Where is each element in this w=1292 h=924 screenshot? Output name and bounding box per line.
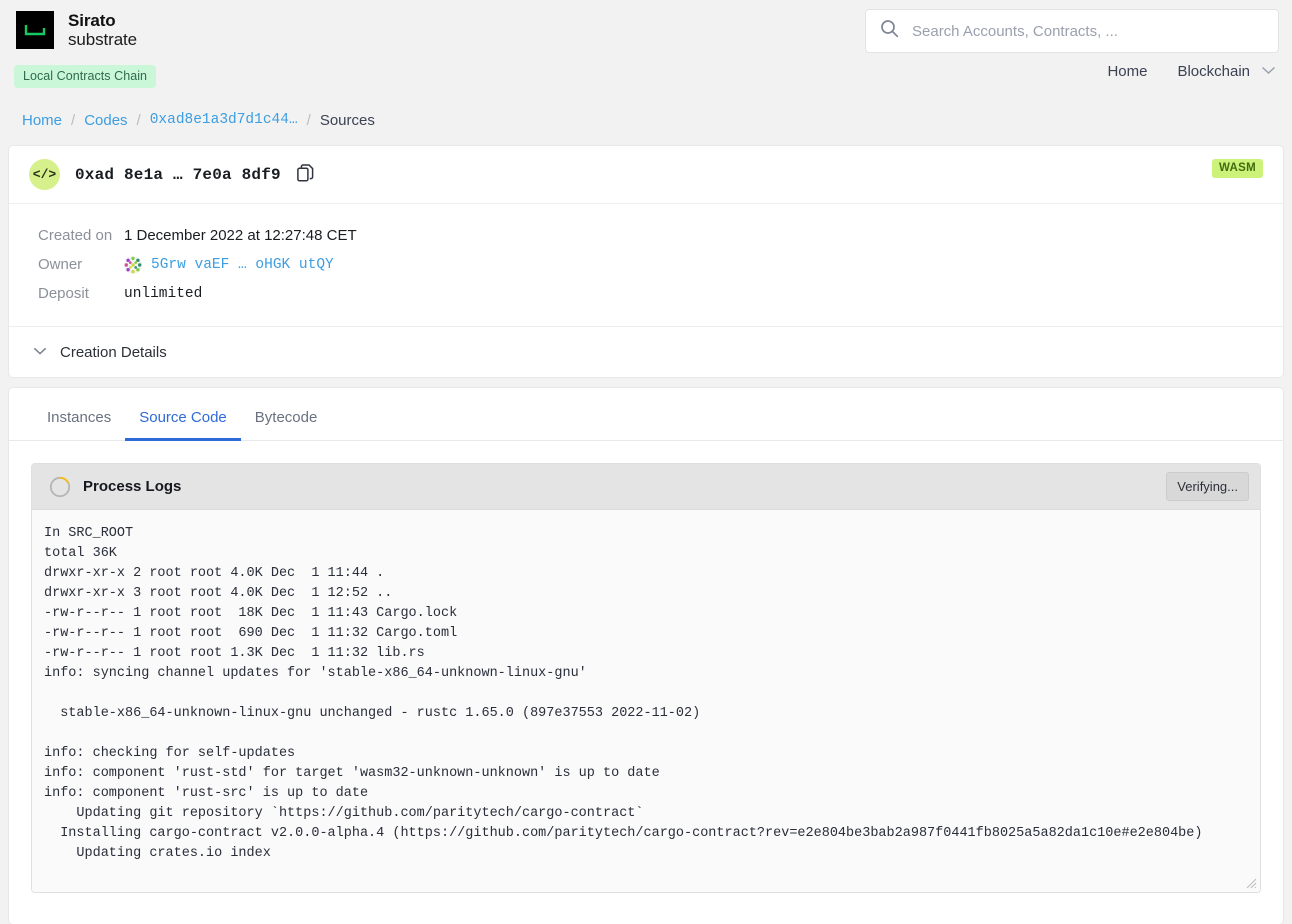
breadcrumb-item-sources: Sources bbox=[319, 111, 375, 129]
tab-bar: Instances Source Code Bytecode bbox=[9, 388, 1283, 441]
process-logs-box: Process Logs Verifying... In SRC_ROOT to… bbox=[31, 463, 1261, 893]
breadcrumb-separator: / bbox=[136, 111, 141, 129]
sirato-bracket-logo-icon bbox=[16, 11, 54, 50]
metadata-value-created-on: 1 December 2022 at 12:27:48 CET bbox=[124, 227, 357, 244]
metadata-row-owner: Owner 5Grw vaEF … oHGK utQY bbox=[9, 250, 1283, 279]
copy-icon bbox=[297, 164, 314, 185]
top-bar: Sirato substrate Local Contracts Chain H… bbox=[0, 0, 1292, 98]
top-navigation: Home Blockchain bbox=[1107, 62, 1276, 80]
process-logs-text: In SRC_ROOT total 36K drwxr-xr-x 2 root … bbox=[44, 526, 1203, 861]
verifying-status-button[interactable]: Verifying... bbox=[1166, 472, 1249, 501]
metadata-row-deposit: Deposit unlimited bbox=[9, 279, 1283, 308]
code-tabs-card: Instances Source Code Bytecode Process L… bbox=[8, 387, 1284, 924]
code-summary-card: </> 0xad 8e1a … 7e0a 8df9 WASM Created o… bbox=[8, 145, 1284, 378]
source-code-panel: Process Logs Verifying... In SRC_ROOT to… bbox=[9, 441, 1283, 924]
breadcrumb-separator: / bbox=[306, 111, 311, 129]
process-logs-title: Process Logs bbox=[83, 478, 182, 495]
copy-hash-button[interactable] bbox=[294, 163, 318, 187]
tab-bytecode[interactable]: Bytecode bbox=[241, 409, 332, 440]
code-header: </> 0xad 8e1a … 7e0a 8df9 WASM bbox=[9, 146, 1283, 204]
creation-details-toggle[interactable]: Creation Details bbox=[9, 327, 1283, 377]
search-bar[interactable] bbox=[865, 9, 1279, 53]
metadata-label: Owner bbox=[38, 256, 83, 273]
tab-instances[interactable]: Instances bbox=[33, 409, 125, 440]
nav-item-home[interactable]: Home bbox=[1107, 63, 1147, 80]
creation-details-label: Creation Details bbox=[60, 343, 167, 361]
chevron-down-icon bbox=[1261, 62, 1276, 80]
resize-grip-icon[interactable] bbox=[1243, 875, 1257, 889]
app-root: Sirato substrate Local Contracts Chain H… bbox=[0, 0, 1292, 924]
metadata-row-created-on: Created on 1 December 2022 at 12:27:48 C… bbox=[9, 221, 1283, 250]
process-logs-body[interactable]: In SRC_ROOT total 36K drwxr-xr-x 2 root … bbox=[32, 510, 1260, 892]
owner-address-link[interactable]: 5Grw vaEF … oHGK utQY bbox=[151, 257, 334, 273]
nav-item-blockchain[interactable]: Blockchain bbox=[1177, 62, 1276, 80]
tab-source-code[interactable]: Source Code bbox=[125, 409, 241, 441]
breadcrumb-item-code-hash[interactable]: 0xad8e1a3d7d1c44… bbox=[150, 112, 298, 128]
code-metadata: Created on 1 December 2022 at 12:27:48 C… bbox=[9, 204, 1283, 327]
search-input[interactable] bbox=[910, 10, 1264, 52]
search-icon bbox=[880, 19, 899, 43]
code-brackets-icon: </> bbox=[29, 159, 60, 190]
loading-spinner-icon bbox=[49, 476, 71, 498]
nav-item-blockchain-label[interactable]: Blockchain bbox=[1177, 63, 1250, 80]
identicon-avatar bbox=[124, 255, 142, 274]
breadcrumb-separator: / bbox=[71, 111, 76, 129]
chain-badge[interactable]: Local Contracts Chain bbox=[14, 65, 157, 88]
process-logs-header: Process Logs Verifying... bbox=[32, 464, 1260, 510]
brand-name: Sirato bbox=[68, 11, 116, 30]
code-hash: 0xad 8e1a … 7e0a 8df9 bbox=[75, 165, 281, 184]
breadcrumb-item-codes[interactable]: Codes bbox=[84, 112, 127, 129]
breadcrumb: Home / Codes / 0xad8e1a3d7d1c44… / Sourc… bbox=[0, 98, 1292, 142]
metadata-value-deposit: unlimited bbox=[124, 285, 203, 302]
chevron-down-icon bbox=[33, 343, 47, 361]
wasm-badge: WASM bbox=[1212, 159, 1263, 178]
metadata-value-owner: 5Grw vaEF … oHGK utQY bbox=[124, 255, 334, 274]
metadata-label: Created on bbox=[38, 227, 113, 244]
breadcrumb-item-home[interactable]: Home bbox=[22, 112, 62, 129]
metadata-label: Deposit bbox=[38, 285, 89, 302]
brand-text: Sirato substrate bbox=[68, 11, 137, 49]
brand-subtitle: substrate bbox=[68, 30, 138, 50]
brand-logo[interactable]: Sirato substrate bbox=[16, 11, 137, 50]
